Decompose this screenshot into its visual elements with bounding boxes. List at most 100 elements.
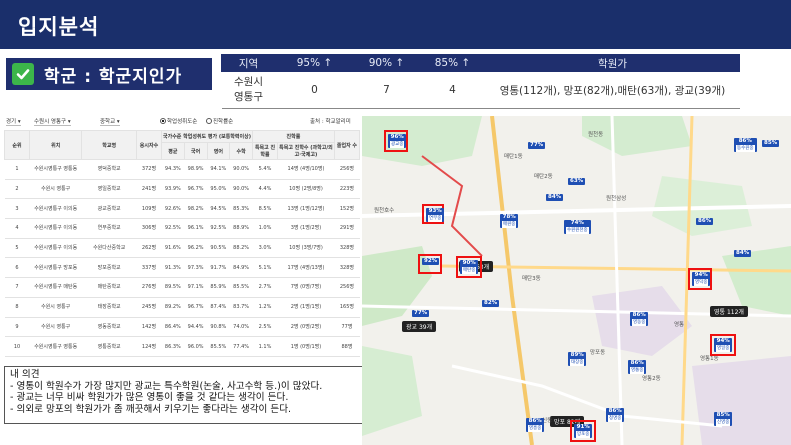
school-pin[interactable]: 86% 영통중 bbox=[628, 360, 647, 374]
col-achievement-group: 국가수준 학업성취도 평가 (보통학력이상) bbox=[161, 130, 253, 143]
table-cell-rank: 3 bbox=[4, 198, 30, 220]
summary-academy: 영통(112개), 망포(82개),매탄(63개), 광교(39개) bbox=[485, 71, 740, 109]
school-pin[interactable]: 93% 연무중 bbox=[426, 208, 445, 222]
table-cell-rank: 2 bbox=[4, 179, 30, 200]
table-cell-avg: 86.4% bbox=[161, 317, 185, 338]
school-pin[interactable]: 86% 동수원중 bbox=[734, 138, 757, 152]
table-cell-school: 영덕중학교 bbox=[81, 159, 137, 180]
col-advance-group: 진학률 bbox=[252, 130, 335, 143]
table-cell-grads: 328명 bbox=[334, 257, 360, 279]
school-pin[interactable]: 77% bbox=[528, 142, 546, 149]
section-heading: 학군 : 학군지인가 bbox=[6, 58, 212, 90]
table-cell-school: 매탄중학교 bbox=[81, 277, 137, 298]
table-cell-detail: 17명 (4명/13명) bbox=[277, 257, 335, 279]
table-cell-detail: 14명 (4명/10명) bbox=[277, 159, 335, 180]
school-pin[interactable]: 94% 영덕중 bbox=[692, 272, 711, 286]
table-cell-students: 337명 bbox=[136, 257, 162, 279]
table-row: 2 수원시 영통구 영일중학교 241명 93.9% 96.7% 95.0% 90.0% 4.4… bbox=[4, 179, 360, 200]
table-row: 8 수원시 영통구 태장중학교 245명 89.2% 96.7% 87.4% 83.7% 1.2… bbox=[4, 297, 360, 318]
table-cell-grads: 256명 bbox=[334, 277, 360, 298]
summary-table: 지역 95% ↑ 90% ↑ 85% ↑ 학원가 수원시 영통구 0 7 4 영… bbox=[221, 54, 740, 109]
table-cell-location: 수원시 영통구 bbox=[29, 317, 82, 338]
school-pin[interactable]: 78% 매원중 bbox=[500, 214, 519, 228]
school-pin[interactable]: 86% 영흥중 bbox=[526, 418, 545, 432]
table-cell-detail: 2명 (0명/2명) bbox=[277, 317, 335, 338]
school-pin[interactable]: 77% bbox=[412, 310, 430, 317]
school-pin[interactable]: 84% bbox=[546, 194, 564, 201]
table-cell-students: 245명 bbox=[136, 297, 162, 318]
filter-bar: 경기 ▾ 수원시 영통구 ▾ 중학교 ▾ 학업성취도순 진학률순 출처 : 학교… bbox=[4, 114, 360, 128]
table-cell-detail: 10명 (3명/7명) bbox=[277, 238, 335, 259]
table-cell-english: 92.5% bbox=[207, 218, 230, 239]
school-pin[interactable]: 63% bbox=[568, 178, 586, 185]
table-cell-detail: 2명 (1명/1명) bbox=[277, 297, 335, 318]
table-cell-avg: 92.6% bbox=[161, 198, 185, 220]
school-ranking-table: 순위 위치 학교명 응시자수 국가수준 학업성취도 평가 (보통학력이상) 진학… bbox=[3, 130, 361, 357]
table-row: 7 수원시영통구 매탄동 매탄중학교 276명 89.5% 97.1% 85.9% 85.5%… bbox=[4, 277, 360, 298]
level-select[interactable]: 중학교 ▾ bbox=[100, 117, 120, 126]
table-row: 4 수원시영통구 이의동 연무중학교 306명 92.5% 96.1% 92.5% 88.9%… bbox=[4, 218, 360, 239]
header-bar: 입지분석 bbox=[0, 0, 791, 49]
table-cell-avg: 91.6% bbox=[161, 238, 185, 259]
school-pin[interactable]: 84% bbox=[734, 250, 752, 257]
school-map[interactable]: 매탄 63개 광교 39개 영통 112개 망포 82개 원천동 매탄2동 매탄… bbox=[362, 116, 791, 445]
school-pin[interactable]: 89% 태장중 bbox=[568, 352, 587, 366]
table-cell-korean: 98.2% bbox=[184, 198, 207, 220]
school-pin[interactable]: 90% 매탄중 bbox=[460, 260, 479, 274]
table-cell-location: 수원시영통구 영통동 bbox=[29, 336, 82, 357]
school-pin[interactable]: 94% 영일중 bbox=[714, 338, 733, 352]
table-cell-location: 수원시영통구 이의동 bbox=[29, 218, 82, 239]
table-cell-korean: 98.9% bbox=[184, 159, 207, 180]
opinion-line: - 영통이 학원수가 가장 많지만 광교는 특수학원(논술, 사고수학 등.)이… bbox=[10, 380, 323, 392]
summary-header-region: 지역 bbox=[221, 54, 276, 72]
map-place-label: 원천호수 bbox=[374, 208, 395, 214]
col-avg: 평균 bbox=[161, 142, 185, 160]
table-cell-special: 1.2% bbox=[252, 297, 278, 318]
map-place-label: 매탄3동 bbox=[522, 276, 541, 282]
school-pin[interactable]: 82% bbox=[482, 300, 500, 307]
radio-advance[interactable]: 진학률순 bbox=[206, 117, 233, 125]
page-title: 입지분석 bbox=[18, 15, 100, 39]
school-pin[interactable]: 85% 신영중 bbox=[714, 412, 733, 426]
school-pin[interactable]: 91% 망포중 bbox=[574, 424, 593, 438]
table-cell-korean: 96.0% bbox=[184, 336, 207, 357]
col-graduates: 졸업자 수 bbox=[333, 130, 361, 160]
school-pin[interactable]: 86% 청명중 bbox=[606, 408, 625, 422]
col-math: 수학 bbox=[229, 142, 253, 160]
table-cell-math: 85.5% bbox=[229, 277, 253, 298]
map-place-label: 영통 bbox=[674, 322, 685, 328]
area-label-yeongtong: 영통 112개 bbox=[710, 306, 748, 317]
table-row: 3 수원시영통구 이의동 광교중학교 109명 92.6% 98.2% 94.5% 85.3%… bbox=[4, 198, 360, 220]
table-cell-school: 영통중학교 bbox=[81, 336, 137, 357]
col-english: 영어 bbox=[206, 142, 231, 160]
table-cell-location: 수원시영통구 영통동 bbox=[29, 159, 82, 180]
table-cell-special: 8.5% bbox=[252, 198, 278, 220]
school-pin[interactable]: 85% bbox=[762, 140, 780, 147]
table-cell-math: 74.0% bbox=[229, 317, 253, 338]
table-cell-special: 5.1% bbox=[252, 257, 278, 279]
table-cell-special: 4.4% bbox=[252, 179, 278, 200]
opinion-line: - 광교는 너무 비싸 학원가가 많은 영통이 좋을 것 같다는 생각이 든다. bbox=[10, 392, 289, 404]
table-cell-grads: 328명 bbox=[334, 238, 360, 259]
province-select[interactable]: 경기 ▾ bbox=[6, 117, 21, 126]
table-cell-korean: 96.2% bbox=[184, 238, 207, 259]
summary-district: 수원시 영통구 bbox=[221, 71, 276, 109]
table-cell-avg: 93.9% bbox=[161, 179, 185, 200]
radio-achievement[interactable]: 학업성취도순 bbox=[160, 117, 197, 125]
city-select[interactable]: 수원시 영통구 ▾ bbox=[34, 117, 71, 126]
table-cell-korean: 96.7% bbox=[184, 297, 207, 318]
table-cell-rank: 7 bbox=[4, 277, 30, 298]
school-pin[interactable]: 74% 수원원천중 bbox=[564, 220, 591, 234]
table-cell-math: 85.3% bbox=[229, 198, 253, 220]
school-pin[interactable]: 96% 광교중 bbox=[388, 134, 407, 148]
table-cell-rank: 5 bbox=[4, 238, 30, 259]
table-cell-grads: 165명 bbox=[334, 297, 360, 318]
school-pin[interactable]: 86% bbox=[696, 218, 714, 225]
school-pin[interactable]: 92% bbox=[422, 258, 440, 265]
col-korean: 국어 bbox=[183, 142, 208, 160]
school-pin[interactable]: 86% 영동중 bbox=[630, 312, 649, 326]
table-cell-students: 262명 bbox=[136, 238, 162, 259]
summary-p85: 4 bbox=[419, 71, 486, 109]
table-cell-rank: 1 bbox=[4, 159, 30, 180]
table-cell-detail: 10명 (2명/8명) bbox=[277, 179, 335, 200]
